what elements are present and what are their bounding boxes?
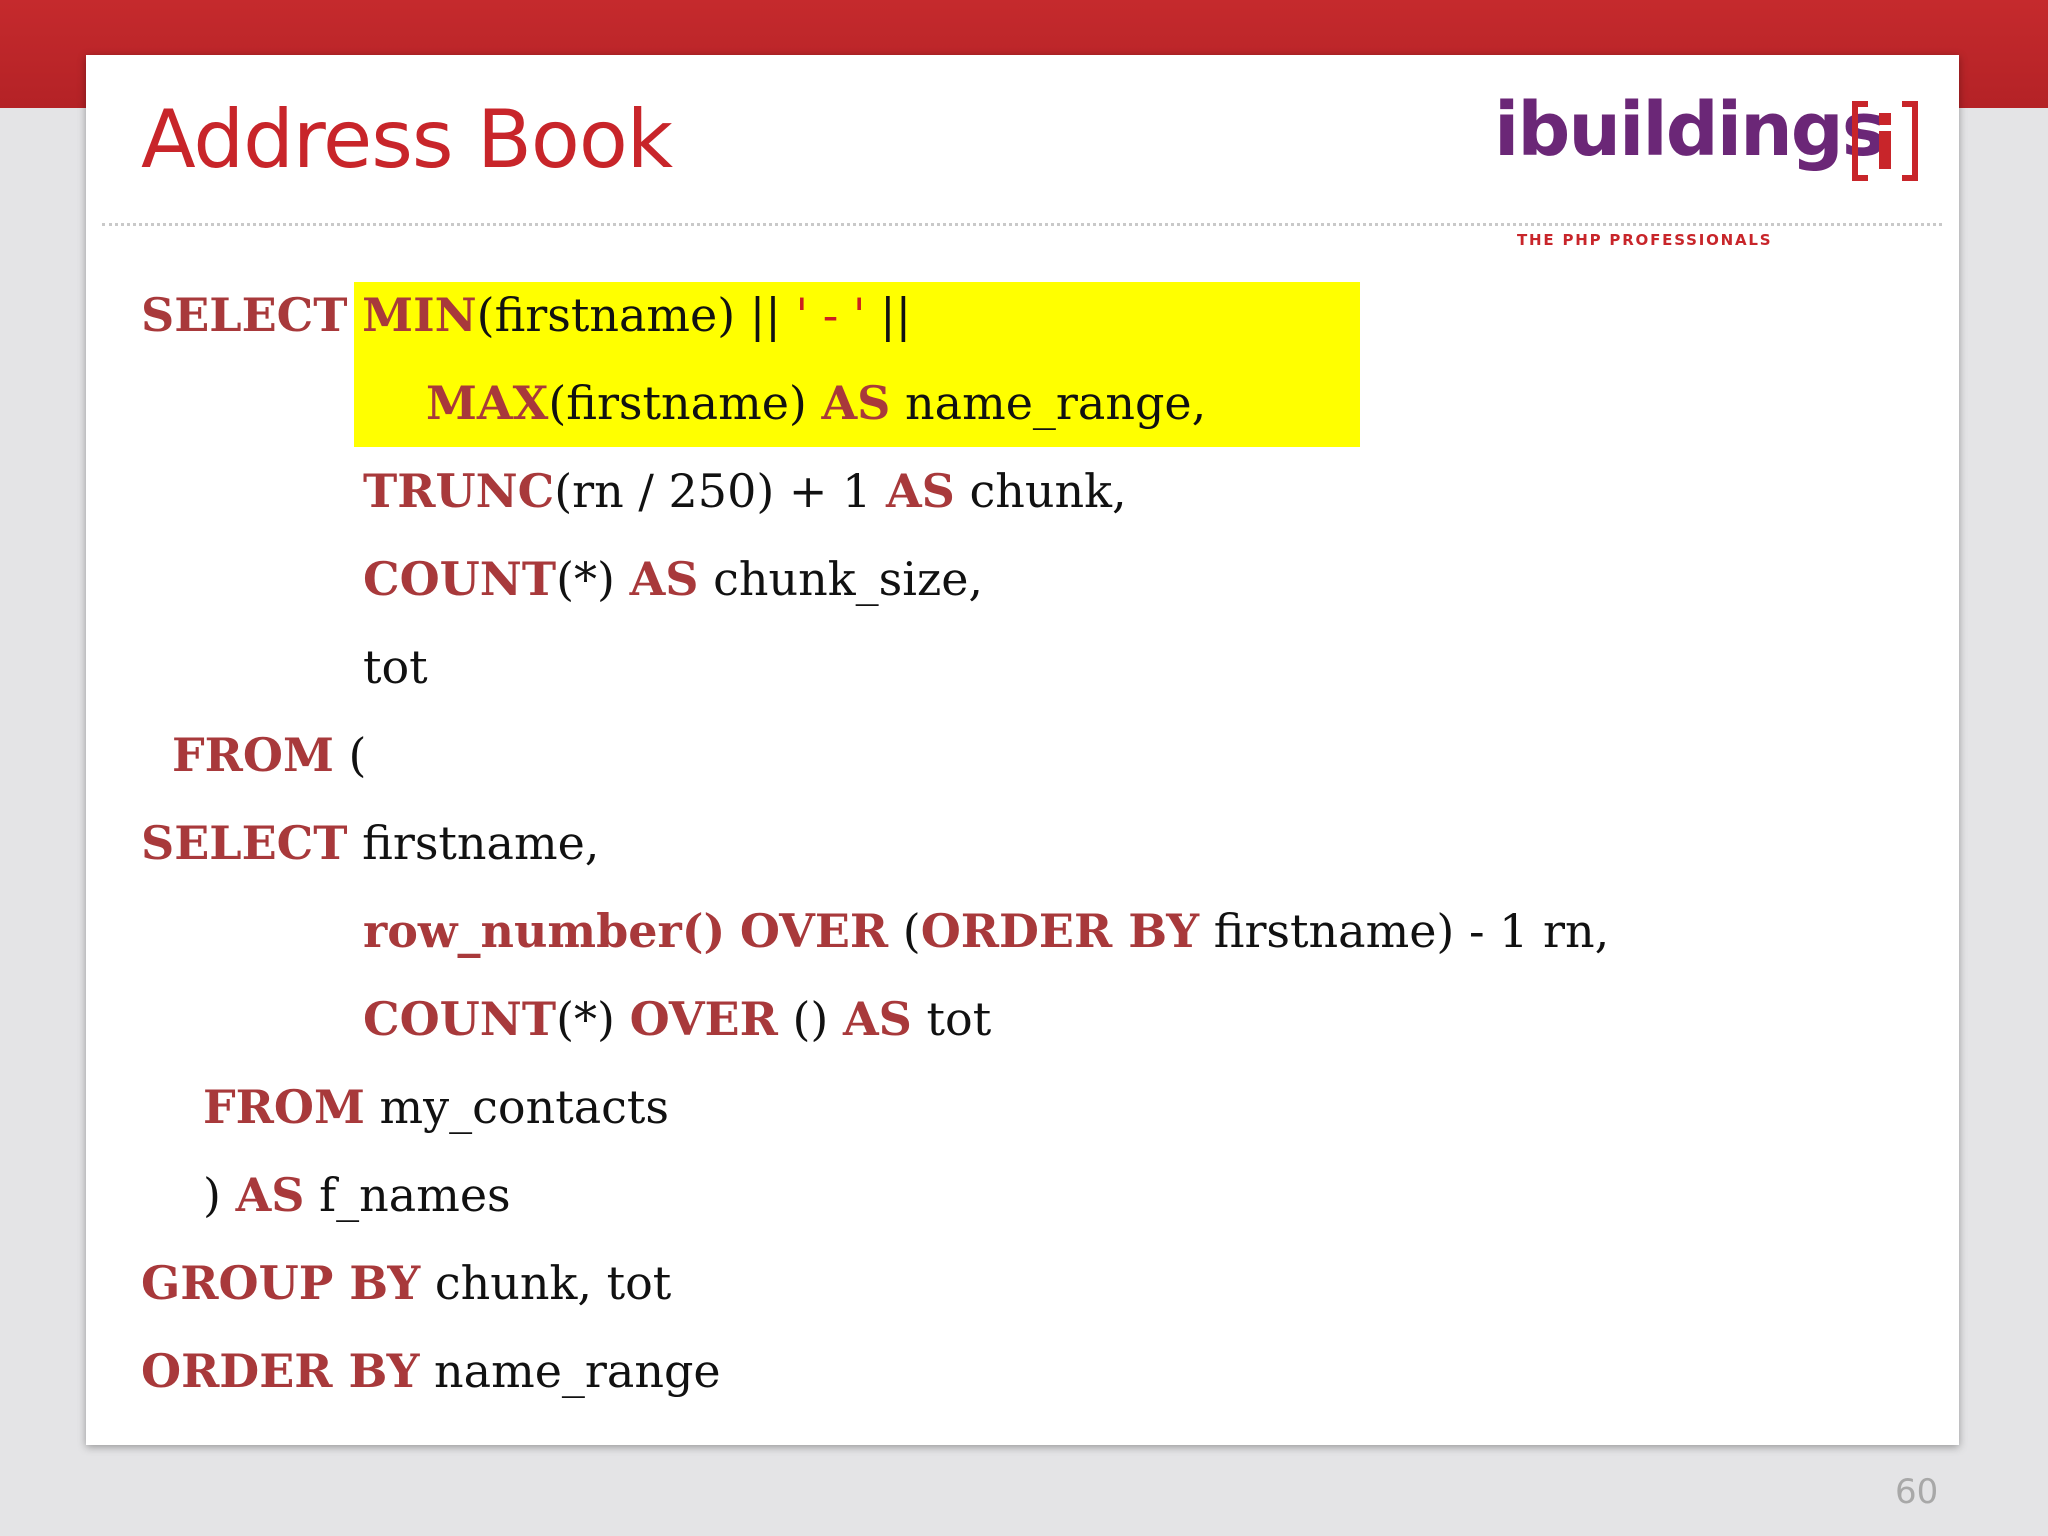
sql-keyword: OVER — [739, 904, 889, 958]
sql-text: ) — [203, 1168, 236, 1222]
sql-text: firstname) - 1 rn, — [1199, 904, 1610, 958]
code-line: tot — [363, 634, 428, 700]
sql-text: || — [865, 288, 912, 342]
sql-keyword: AS — [821, 376, 891, 430]
code-line: ) AS f_names — [203, 1162, 511, 1228]
sql-text: my_contacts — [364, 1080, 669, 1134]
sql-string: ' - ' — [795, 288, 866, 342]
sql-keyword: AS — [842, 992, 912, 1046]
logo-tagline: THE PHP PROFESSIONALS — [1517, 231, 1773, 249]
code-line: FROM my_contacts — [203, 1074, 669, 1140]
sql-keyword: FROM — [172, 728, 334, 782]
sql-text: tot — [363, 640, 428, 694]
sql-keyword: COUNT — [363, 552, 557, 606]
code-line: MAX(firstname) AS name_range, — [426, 370, 1206, 436]
sql-keyword: row_number() — [363, 904, 726, 958]
sql-text: chunk, tot — [420, 1256, 672, 1310]
sql-text: name_range, — [890, 376, 1207, 430]
code-line: COUNT(*) AS chunk_size, — [363, 546, 983, 612]
sql-keyword: FROM — [203, 1080, 365, 1134]
code-line: FROM ( — [172, 722, 366, 788]
sql-keyword: MIN — [362, 288, 477, 342]
sql-keyword: ORDER BY — [920, 904, 1200, 958]
sql-keyword: AS — [235, 1168, 305, 1222]
sql-text: (firstname) || — [476, 288, 796, 342]
sql-keyword: AS — [629, 552, 699, 606]
code-line: TRUNC(rn / 250) + 1 AS chunk, — [363, 458, 1127, 524]
code-line: COUNT(*) OVER () AS tot — [363, 986, 991, 1052]
code-line: row_number() OVER (ORDER BY firstname) -… — [363, 898, 1609, 964]
page-number: 60 — [1895, 1472, 1939, 1512]
sql-keyword: SELECT — [141, 288, 348, 342]
sql-text: () — [777, 992, 843, 1046]
slide: Address Book ibuildings THE PHP PROFESSI… — [86, 55, 1959, 1445]
sql-keyword: SELECT — [141, 816, 348, 870]
sql-text: chunk, — [954, 464, 1127, 518]
sql-keyword: AS — [885, 464, 955, 518]
code-line: SELECT firstname, — [141, 810, 599, 876]
ibuildings-logo: ibuildings THE PHP PROFESSIONALS — [1494, 87, 1954, 257]
sql-keyword: MAX — [426, 376, 549, 430]
slide-title: Address Book — [141, 93, 673, 186]
code-line: SELECT MIN(firstname) || ' - ' || — [141, 282, 911, 348]
sql-text: chunk_size, — [698, 552, 984, 606]
logo-wordmark: ibuildings — [1494, 87, 1886, 173]
code-line: ORDER BY name_range — [141, 1338, 721, 1404]
sql-text: (rn / 250) + 1 — [554, 464, 886, 518]
sql-text: (*) — [556, 992, 630, 1046]
sql-text: ( — [333, 728, 367, 782]
sql-keyword: GROUP BY — [141, 1256, 421, 1310]
sql-text: name_range — [419, 1344, 721, 1398]
sql-keyword: OVER — [629, 992, 778, 1046]
header-divider — [102, 223, 1942, 226]
sql-text: firstname, — [347, 816, 600, 870]
code-line: GROUP BY chunk, tot — [141, 1250, 671, 1316]
sql-keyword: COUNT — [363, 992, 557, 1046]
sql-text: ( — [888, 904, 921, 958]
sql-keyword: TRUNC — [363, 464, 555, 518]
sql-text: tot — [911, 992, 992, 1046]
bracket-i-icon — [1852, 101, 1918, 181]
sql-keyword: ORDER BY — [141, 1344, 420, 1398]
sql-text: f_names — [304, 1168, 511, 1222]
sql-text: (firstname) — [548, 376, 822, 430]
sql-text: (*) — [556, 552, 630, 606]
